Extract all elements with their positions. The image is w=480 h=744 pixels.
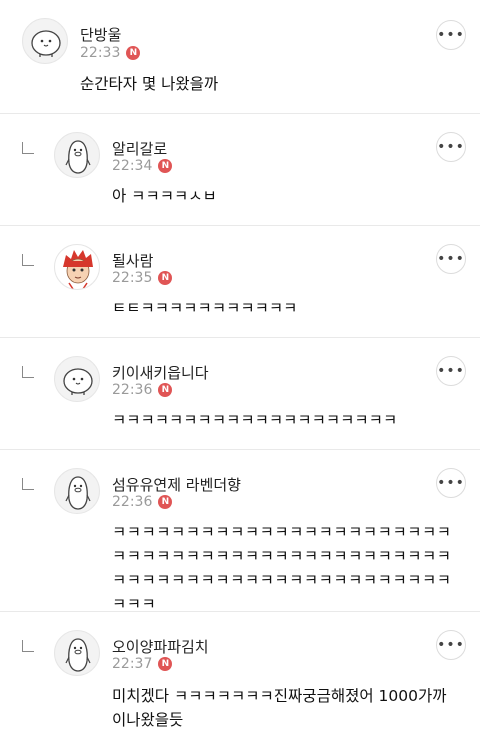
comment-text: ㅋㅋㅋㅋㅋㅋㅋㅋㅋㅋㅋㅋㅋㅋㅋㅋㅋㅋㅋㅋㅋㅋㅋㅋㅋㅋㅋㅋㅋㅋㅋㅋㅋㅋㅋㅋㅋㅋㅋㅋ…	[112, 523, 452, 613]
avatar[interactable]	[54, 132, 100, 178]
red-hair-character-icon	[63, 250, 93, 289]
reply-item: 키이새키읍니다 22:36 N ㅋㅋㅋㅋㅋㅋㅋㅋㅋㅋㅋㅋㅋㅋㅋㅋㅋㅋㅋㅋ •••	[0, 338, 480, 450]
blob-icon	[63, 368, 93, 395]
more-options-button[interactable]: •••	[436, 468, 466, 498]
avatar[interactable]	[22, 18, 68, 64]
reply-item: 될사람 22:35 N ㅌㅌㅋㅋㅋㅋㅋㅋㅋㅋㅋㅋㅋ •••	[0, 226, 480, 338]
reply-arrow-icon	[22, 640, 34, 652]
new-badge: N	[126, 46, 141, 60]
reply-item: 알리갈로 22:34 N 아 ㅋㅋㅋㅋㅅㅂ •••	[0, 114, 480, 226]
author-name[interactable]: 오이양파파김치	[112, 636, 209, 657]
comment-meta: 22:36 N	[112, 382, 173, 398]
comment-text: 아 ㅋㅋㅋㅋㅅㅂ	[112, 187, 217, 205]
blob-icon	[31, 30, 61, 57]
timestamp: 22:37	[112, 656, 153, 672]
timestamp: 22:34	[112, 158, 153, 174]
reply-arrow-icon	[22, 366, 34, 378]
new-badge: N	[158, 383, 173, 397]
new-badge: N	[158, 271, 173, 285]
author-name[interactable]: 될사람	[112, 250, 153, 271]
more-options-button[interactable]: •••	[436, 630, 466, 660]
avatar[interactable]	[54, 630, 100, 676]
penguin-icon	[65, 638, 91, 672]
reply-arrow-icon	[22, 254, 34, 266]
avatar[interactable]	[54, 244, 100, 290]
timestamp: 22:36	[112, 382, 153, 398]
comment-meta: 22:37 N	[112, 656, 173, 672]
comment-text: 순간타자 몇 나왔을까	[80, 75, 219, 93]
comment-text: ㅋㅋㅋㅋㅋㅋㅋㅋㅋㅋㅋㅋㅋㅋㅋㅋㅋㅋㅋㅋ	[112, 411, 398, 429]
reply-arrow-icon	[22, 478, 34, 490]
more-options-button[interactable]: •••	[436, 132, 466, 162]
author-name[interactable]: 키이새키읍니다	[112, 362, 209, 383]
reply-arrow-icon	[22, 142, 34, 154]
penguin-icon	[65, 476, 91, 510]
author-name[interactable]: 알리갈로	[112, 138, 167, 159]
new-badge: N	[158, 159, 173, 173]
more-options-button[interactable]: •••	[436, 356, 466, 386]
penguin-icon	[65, 140, 91, 174]
avatar[interactable]	[54, 468, 100, 514]
comment-meta: 22:35 N	[112, 270, 173, 286]
comment-text: 미치겠다 ㅋㅋㅋㅋㅋㅋㅋ진짜궁금해졌어 1000가까이나왔을듯	[112, 687, 447, 729]
timestamp: 22:35	[112, 270, 153, 286]
author-name[interactable]: 단방울	[80, 24, 121, 45]
more-options-button[interactable]: •••	[436, 244, 466, 274]
new-badge: N	[158, 495, 173, 509]
reply-item: 섬유유연제 라벤더향 22:36 N ㅋㅋㅋㅋㅋㅋㅋㅋㅋㅋㅋㅋㅋㅋㅋㅋㅋㅋㅋㅋㅋ…	[0, 450, 480, 613]
more-options-button[interactable]: •••	[436, 20, 466, 50]
avatar[interactable]	[54, 356, 100, 402]
comment-meta: 22:34 N	[112, 158, 173, 174]
timestamp: 22:33	[80, 45, 121, 61]
new-badge: N	[158, 657, 173, 671]
reply-item: 오이양파파김치 22:37 N 미치겠다 ㅋㅋㅋㅋㅋㅋㅋ진짜궁금해졌어 1000…	[0, 612, 480, 744]
comment-meta: 22:36 N	[112, 494, 173, 510]
timestamp: 22:36	[112, 494, 153, 510]
comment-meta: 22:33 N	[80, 45, 141, 61]
author-name[interactable]: 섬유유연제 라벤더향	[112, 474, 241, 495]
comment-text: ㅌㅌㅋㅋㅋㅋㅋㅋㅋㅋㅋㅋㅋ	[112, 299, 298, 317]
comment-item: 단방울 22:33 N 순간타자 몇 나왔을까 •••	[0, 0, 480, 114]
